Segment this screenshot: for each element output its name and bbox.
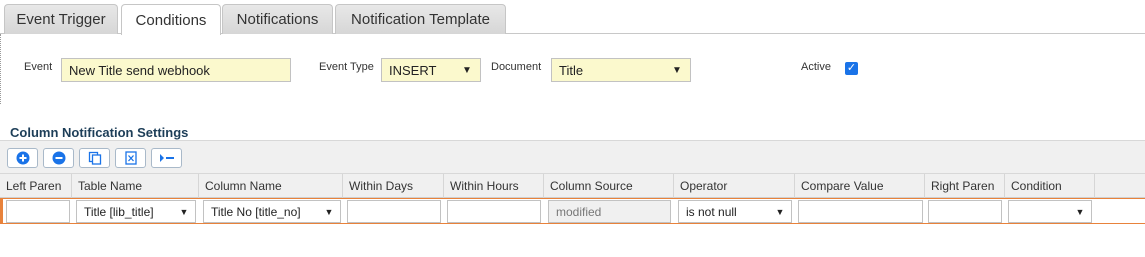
document-label: Document (491, 61, 542, 73)
tab-bar: Event Trigger Conditions Notifications N… (0, 0, 1145, 35)
column-header[interactable]: Within Days (343, 174, 444, 198)
indent-button[interactable] (151, 148, 182, 168)
column-header[interactable]: Right Paren (925, 174, 1005, 198)
column-header[interactable]: Column Name (199, 174, 343, 198)
row-selection-indicator (0, 199, 3, 223)
operator-select[interactable]: is not null ▼ (678, 200, 792, 223)
remove-icon (52, 151, 65, 165)
tab-label: Conditions (135, 11, 207, 29)
right-paren-input[interactable] (928, 200, 1002, 223)
excel-export-icon (124, 151, 137, 165)
tab-notifications[interactable]: Notifications (222, 4, 333, 34)
table-name-value: Title [lib_title] (84, 204, 154, 219)
add-row-button[interactable] (7, 148, 38, 168)
column-name-select[interactable]: Title No [title_no] ▼ (203, 200, 341, 223)
section-title: Column Notification Settings (10, 125, 189, 140)
column-header[interactable]: Within Hours (444, 174, 544, 198)
copy-row-button[interactable] (79, 148, 110, 168)
column-header[interactable]: Column Source (544, 174, 674, 198)
event-name-field[interactable]: New Title send webhook (61, 58, 291, 82)
left-paren-input[interactable] (6, 200, 70, 223)
table-row[interactable]: Title [lib_title] ▼ Title No [title_no] … (0, 198, 1145, 224)
event-type-label: Event Type (319, 61, 374, 73)
add-icon (16, 151, 29, 165)
column-source-field: modified (548, 200, 671, 223)
column-header[interactable]: Compare Value (795, 174, 925, 198)
grid-toolbar (0, 140, 1145, 173)
document-value: Title (559, 62, 584, 78)
chevron-down-icon[interactable]: ▼ (769, 201, 791, 222)
compare-value-input[interactable] (798, 200, 923, 223)
tab-conditions[interactable]: Conditions (121, 4, 221, 35)
column-source-value: modified (556, 204, 602, 219)
tab-label: Notification Template (351, 11, 490, 28)
chevron-down-icon[interactable]: ▼ (173, 201, 195, 222)
column-header[interactable]: Condition (1005, 174, 1095, 198)
event-type-value: INSERT (389, 62, 437, 78)
chevron-down-icon[interactable]: ▼ (454, 59, 480, 81)
chevron-down-icon[interactable]: ▼ (318, 201, 340, 222)
grid-header: Left Paren Table Name Column Name Within… (0, 173, 1145, 198)
table-name-select[interactable]: Title [lib_title] ▼ (76, 200, 196, 223)
within-hours-input[interactable] (447, 200, 541, 223)
column-header[interactable]: Left Paren (0, 174, 72, 198)
conditions-form: Event New Title send webhook Event Type … (0, 34, 1145, 104)
tab-label: Event Trigger (16, 11, 106, 28)
tab-event-trigger[interactable]: Event Trigger (4, 4, 118, 34)
active-label: Active (801, 61, 831, 73)
chevron-down-icon[interactable]: ▼ (1069, 201, 1091, 222)
copy-icon (88, 151, 101, 165)
document-select[interactable]: Title ▼ (551, 58, 691, 82)
tab-label: Notifications (236, 11, 319, 28)
column-header[interactable]: Operator (674, 174, 795, 198)
within-days-input[interactable] (347, 200, 441, 223)
tab-notification-template[interactable]: Notification Template (335, 4, 506, 34)
event-label: Event (24, 61, 53, 73)
indent-icon (159, 154, 174, 162)
column-header[interactable]: Table Name (72, 174, 199, 198)
condition-select[interactable]: ▼ (1008, 200, 1092, 223)
remove-row-button[interactable] (43, 148, 74, 168)
operator-value: is not null (686, 204, 737, 219)
column-name-value: Title No [title_no] (211, 204, 301, 219)
event-type-select[interactable]: INSERT ▼ (381, 58, 481, 82)
active-checkbox[interactable]: ✓ (845, 62, 858, 75)
chevron-down-icon[interactable]: ▼ (664, 59, 690, 81)
event-name-value: New Title send webhook (69, 62, 210, 78)
export-excel-button[interactable] (115, 148, 146, 168)
